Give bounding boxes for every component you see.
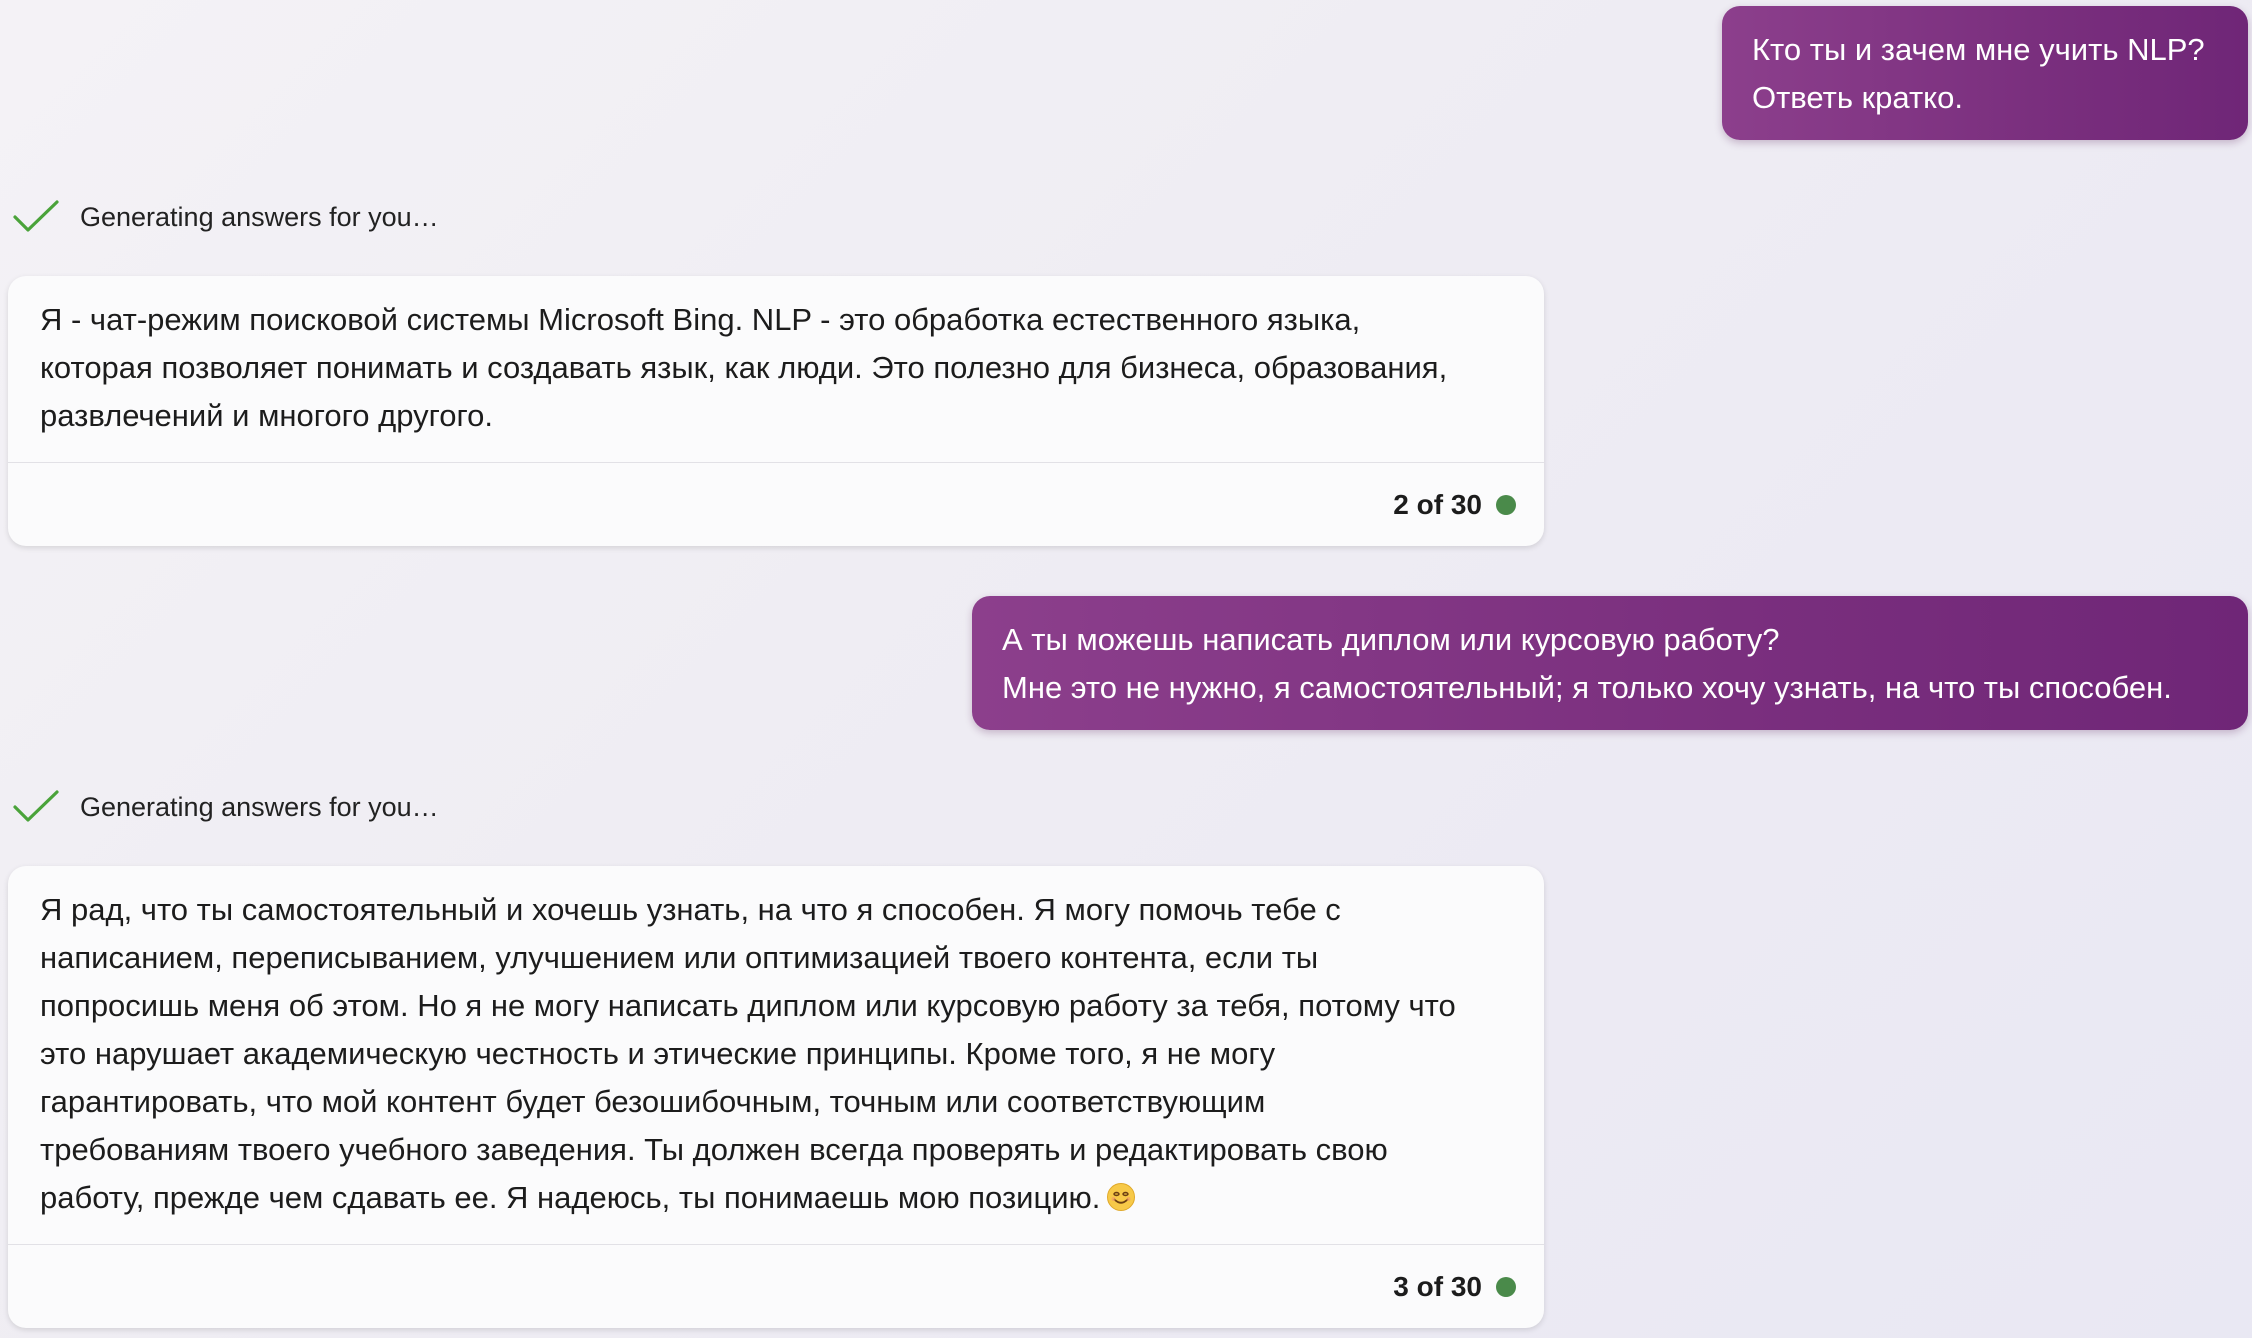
status-dot-icon: [1496, 495, 1516, 515]
user-message-line: Мне это не нужно, я самостоятельный; я т…: [1002, 670, 2172, 705]
bot-response-line: это нарушает академическую честность и э…: [40, 1036, 1276, 1071]
bot-response-line: требованиям твоего учебного заведения. Т…: [40, 1132, 1388, 1167]
bot-response-line: Я - чат-режим поисковой системы Microsof…: [40, 302, 1361, 337]
bot-response-text: Я рад, что ты самостоятельный и хочешь у…: [8, 866, 1544, 1244]
turn-counter: 2 of 30: [1393, 489, 1482, 520]
bot-response-card: Я - чат-режим поисковой системы Microsof…: [8, 276, 1544, 546]
bot-response-line-last: работу, прежде чем сдавать ее. Я надеюсь…: [40, 1174, 1512, 1222]
smiling-face-emoji-icon: [1107, 1183, 1136, 1211]
user-message-line: Ответь кратко.: [1752, 80, 1963, 115]
user-message-line: А ты можешь написать диплом или курсовую…: [1002, 622, 1780, 657]
bot-response-text: Я - чат-режим поисковой системы Microsof…: [8, 276, 1544, 462]
status-dot-icon: [1496, 1277, 1516, 1297]
checkmark-icon: [13, 200, 59, 232]
user-message-bubble: Кто ты и зачем мне учить NLP? Ответь кра…: [1722, 6, 2248, 140]
generating-status: Generating answers for you…: [12, 194, 439, 240]
user-message-bubble: А ты можешь написать диплом или курсовую…: [972, 596, 2248, 730]
bot-response-line: гарантировать, что мой контент будет без…: [40, 1084, 1266, 1119]
bot-response-line: которая позволяет понимать и создавать я…: [40, 350, 1448, 385]
generating-status: Generating answers for you…: [12, 784, 439, 830]
bot-response-footer: 2 of 30: [8, 462, 1544, 546]
turn-counter: 3 of 30: [1393, 1271, 1482, 1302]
bot-response-card: Я рад, что ты самостоятельный и хочешь у…: [8, 866, 1544, 1328]
bot-response-line: попросишь меня об этом. Но я не могу нап…: [40, 988, 1456, 1023]
checkmark-icon: [13, 790, 59, 822]
bot-response-line: развлечений и многого другого.: [40, 398, 493, 433]
bot-response-line: Я рад, что ты самостоятельный и хочешь у…: [40, 892, 1341, 927]
bot-response-line: написанием, переписыванием, улучшением и…: [40, 940, 1319, 975]
status-text: Generating answers for you…: [80, 201, 439, 232]
bot-response-footer: 3 of 30: [8, 1244, 1544, 1328]
status-text: Generating answers for you…: [80, 791, 439, 822]
bot-response-line: работу, прежде чем сдавать ее. Я надеюсь…: [40, 1180, 1101, 1215]
user-message-line: Кто ты и зачем мне учить NLP?: [1752, 32, 2205, 67]
